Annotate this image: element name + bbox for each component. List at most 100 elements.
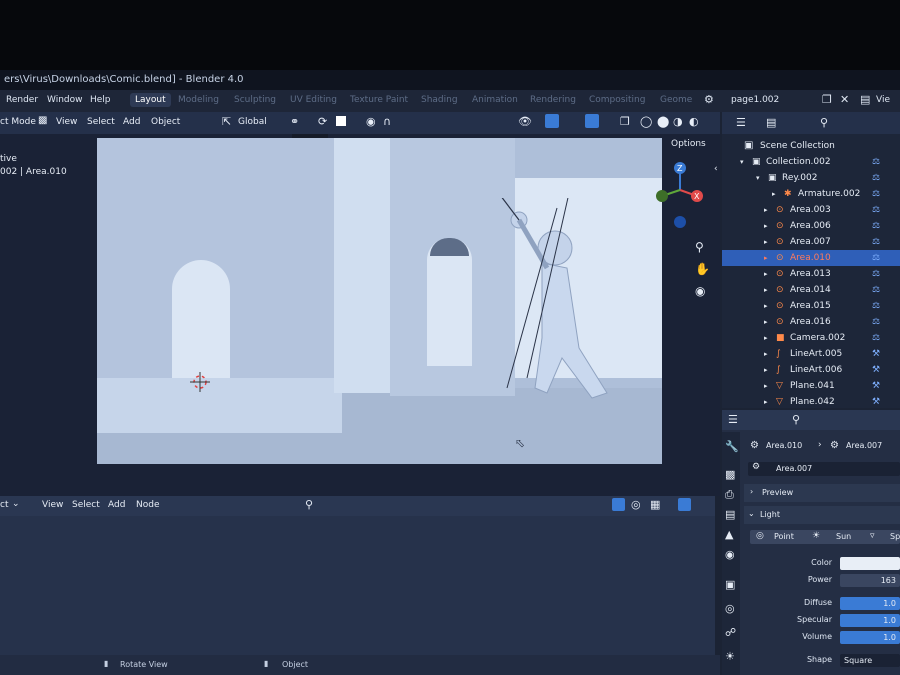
output-tab-icon[interactable]: ⎙ (725, 488, 734, 502)
orientation-dropdown[interactable]: Global (238, 117, 267, 127)
tab-layout[interactable]: Layout (130, 93, 171, 107)
constraints-tab-icon[interactable]: ☍ (725, 626, 736, 639)
tab-animation[interactable]: Animation (472, 95, 518, 105)
copy-scene-icon[interactable]: ❐ (822, 93, 832, 106)
object-data-icon[interactable]: ⚖ (872, 298, 880, 314)
tab-sculpting[interactable]: Sculpting (234, 95, 276, 105)
display-mode-icon[interactable]: ▤ (766, 116, 776, 129)
object-data-icon[interactable]: ⚖ (872, 234, 880, 250)
outliner-row[interactable]: ▸ ⊙ Area.015 ⚖ (722, 298, 900, 314)
expand-arrow-icon[interactable]: ▸ (764, 282, 768, 298)
pivot-icon[interactable]: ⚭ (290, 115, 299, 128)
expand-arrow-icon[interactable]: ▸ (764, 346, 768, 362)
node-editor[interactable]: ct ⌄ View Select Add Node ⚲ ◎ ▦ (0, 496, 715, 675)
viewport-menu-select[interactable]: Select (87, 117, 115, 127)
preview-panel[interactable]: › Preview (744, 484, 900, 502)
snap-mode-icon[interactable]: ▦ (650, 498, 660, 511)
node-menu-select[interactable]: Select (72, 500, 100, 510)
outliner[interactable]: ☰ ▤ ⚲ ▣ Scene Collection ▾ ▣ Collection.00… (722, 112, 900, 408)
menu-help[interactable]: Help (90, 95, 111, 105)
menu-render[interactable]: Render (6, 95, 38, 105)
physics-tab-icon[interactable]: ◎ (725, 602, 735, 615)
properties-editor-icon[interactable]: ☰ (728, 413, 738, 426)
preview-chevron-icon[interactable]: › (750, 487, 753, 496)
snapping-icon[interactable]: ◎ (631, 498, 641, 511)
object-data-icon[interactable]: ⚖ (872, 314, 880, 330)
view-layer-icon[interactable]: ▤ (860, 93, 870, 106)
expand-arrow-icon[interactable]: ▸ (764, 394, 768, 410)
light-type-point[interactable]: Point (774, 532, 794, 541)
node-menu-add[interactable]: Add (108, 500, 125, 510)
node-menu-view[interactable]: View (42, 500, 63, 510)
outliner-row[interactable]: ▸ ▽ Plane.042 ⚒ (722, 394, 900, 410)
expand-arrow-icon[interactable]: ▸ (764, 298, 768, 314)
pin-icon[interactable]: ⚲ (305, 498, 313, 511)
overlay-toggle-icon[interactable] (585, 114, 599, 128)
expand-arrow-icon[interactable]: ▾ (756, 170, 760, 186)
navigation-gizmo[interactable]: Z X (652, 160, 704, 230)
visibility-icon[interactable]: 👁 (518, 115, 532, 128)
light-panel[interactable]: ⌄ Light (744, 506, 900, 524)
tab-compositing[interactable]: Compositing (589, 95, 645, 105)
outliner-row[interactable]: ▸ ⊙ Area.010 ⚖ (722, 250, 900, 266)
outliner-row[interactable]: ▸ ⊙ Area.016 ⚖ (722, 314, 900, 330)
object-data-icon[interactable]: ⚖ (872, 186, 880, 202)
scene-icon[interactable]: ⚙ (704, 93, 714, 106)
viewport-menu-object[interactable]: Object (151, 117, 180, 127)
tool-tab-icon[interactable]: 🔧 (725, 440, 739, 453)
node-menu-node[interactable]: Node (136, 500, 160, 510)
outliner-row[interactable]: ▸ ⊙ Area.013 ⚖ (722, 266, 900, 282)
object-data-icon[interactable]: ⚒ (872, 346, 880, 362)
object-data-icon[interactable]: ⚖ (872, 154, 880, 170)
expand-arrow-icon[interactable]: ▾ (740, 154, 744, 170)
object-data-icon[interactable]: ⚒ (872, 362, 880, 378)
sidebar-toggle-icon[interactable]: ‹ (714, 164, 718, 174)
color-swatch[interactable] (840, 557, 900, 570)
tab-rendering[interactable]: Rendering (530, 95, 576, 105)
falloff-icon[interactable]: ∩ (383, 115, 391, 128)
tab-modeling[interactable]: Modeling (178, 95, 219, 105)
object-data-icon[interactable]: ⚖ (872, 218, 880, 234)
outliner-row[interactable]: ▸ ⊙ Area.007 ⚖ (722, 234, 900, 250)
shading-material-icon[interactable]: ◑ (673, 115, 683, 128)
options-button[interactable]: Options (671, 139, 706, 149)
camera-view-icon[interactable]: ◉ (695, 284, 705, 298)
node-overlay-icon[interactable] (678, 498, 691, 511)
expand-arrow-icon[interactable]: ▸ (764, 218, 768, 234)
pan-hand-icon[interactable]: ✋ (695, 262, 710, 276)
tab-geometry[interactable]: Geome (660, 95, 692, 105)
object-data-icon[interactable]: ⚖ (872, 170, 880, 186)
object-data-icon[interactable]: ⚒ (872, 378, 880, 394)
shading-rendered-icon[interactable]: ◐ (689, 115, 699, 128)
shading-solid-icon[interactable]: ⬤ (657, 115, 669, 128)
outliner-row[interactable]: ▾ ▣ Collection.002 ⚖ (722, 154, 900, 170)
outliner-row[interactable]: ▸ ∫ LineArt.006 ⚒ (722, 362, 900, 378)
tab-uv-editing[interactable]: UV Editing (290, 95, 337, 105)
zoom-icon[interactable]: ⚲ (695, 240, 704, 254)
expand-arrow-icon[interactable]: ▸ (764, 314, 768, 330)
object-data-icon[interactable]: ⚖ (872, 250, 880, 266)
scene-name[interactable]: page1.002 (731, 95, 779, 105)
editor-type-dropdown[interactable]: ct (0, 500, 8, 510)
object-data-icon[interactable]: ⚒ (872, 394, 880, 410)
viewport-menu-view[interactable]: View (56, 117, 77, 127)
proportional-edit-icon[interactable]: ◉ (366, 115, 376, 128)
outliner-row[interactable]: ▸ ✱ Armature.002 ⚖ (722, 186, 900, 202)
datablock-name[interactable]: Area.007 (776, 464, 812, 473)
viewport-menu-add[interactable]: Add (123, 117, 140, 127)
select-box-icon[interactable]: ▩ (38, 115, 47, 126)
scene-tab-icon[interactable]: ▲ (725, 528, 733, 541)
light-data-tab-icon[interactable]: ☀ (725, 650, 735, 663)
outliner-row[interactable]: ▾ ▣ Rey.002 ⚖ (722, 170, 900, 186)
outliner-row[interactable]: ▸ ⊙ Area.006 ⚖ (722, 218, 900, 234)
properties-search-icon[interactable]: ⚲ (792, 413, 800, 426)
menu-window[interactable]: Window (47, 95, 83, 105)
properties-editor[interactable]: ☰ ⚲ 🔧 ▩ ⎙ ▤ ▲ ◉ ▣ ◎ ☍ ☀ ⚙ Area.010 › ⚙ A… (722, 410, 900, 675)
light-type-spot[interactable]: Sp (890, 532, 900, 541)
close-icon[interactable]: ✕ (840, 93, 849, 106)
view-layer-name[interactable]: Vie (876, 95, 890, 105)
render-tab-icon[interactable]: ▩ (725, 468, 735, 481)
outliner-row[interactable]: ▸ ▽ Plane.041 ⚒ (722, 378, 900, 394)
parent-node-icon[interactable] (612, 498, 625, 511)
outliner-row[interactable]: ▸ ∫ LineArt.005 ⚒ (722, 346, 900, 362)
